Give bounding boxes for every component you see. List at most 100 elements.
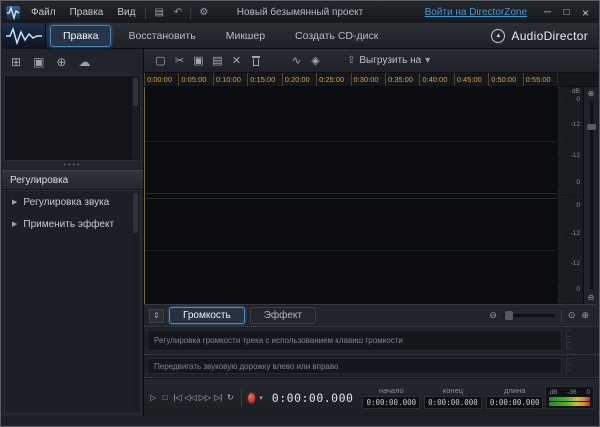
tab-restore[interactable]: Восстановить <box>115 25 208 47</box>
upload-label: Выгрузить на <box>359 55 422 66</box>
import-file-icon[interactable]: ⊞ <box>11 55 21 69</box>
maximize-button[interactable]: □ <box>558 5 575 20</box>
expand-arrow-icon[interactable]: ▶ <box>12 220 17 228</box>
track-scale <box>566 330 594 351</box>
collapse-panel-icon[interactable]: ⇕ <box>149 308 164 323</box>
scrollbar-thumb[interactable] <box>133 193 138 233</box>
menu-edit[interactable]: Правка <box>63 5 111 20</box>
end-time-value[interactable]: 0:00:00.000 <box>424 396 482 409</box>
track-field[interactable]: Регулировка громкости трека с использова… <box>147 330 562 351</box>
tick-label: 0:45:00 <box>453 73 488 86</box>
tick-label: 0:35:00 <box>384 73 419 86</box>
tab-mixer[interactable]: Микшер <box>213 25 278 47</box>
timeline-ticks[interactable]: 0:00:00 0:05:00 0:10:00 0:15:00 0:20:00 … <box>144 73 557 86</box>
go-to-end-button[interactable]: ▷| <box>213 390 223 406</box>
wave-effect-icon[interactable]: ∿ <box>287 54 306 67</box>
app-window: Файл Правка Вид ▤ ↶ ⚙ Новый безымянный п… <box>0 0 600 427</box>
pan-keyframe-track[interactable]: Передвигать звуковую дорожку влево или в… <box>144 354 598 378</box>
tick-label: 0:25:00 <box>316 73 350 86</box>
import-library-icon[interactable]: ▣ <box>33 55 44 69</box>
menu-file[interactable]: Файл <box>24 5 63 20</box>
meter-bar-left <box>549 397 591 401</box>
zoom-slider[interactable] <box>502 311 555 320</box>
waveform-canvas[interactable] <box>144 87 557 304</box>
go-to-start-button[interactable]: |◁ <box>172 390 182 406</box>
media-library[interactable] <box>4 75 141 161</box>
marker-icon[interactable]: ◈ <box>306 54 325 67</box>
cut-icon[interactable]: ✂ <box>170 54 189 67</box>
menu-view[interactable]: Вид <box>110 5 142 20</box>
module-tabbar: Правка Восстановить Микшер Создать CD-ди… <box>2 22 598 49</box>
zoom-in-icon[interactable]: ⊕ <box>588 89 595 98</box>
meter-max-label: 0 <box>586 389 590 396</box>
close-button[interactable]: × <box>577 5 594 20</box>
trash-icon[interactable] <box>246 55 265 66</box>
upload-button[interactable]: ⇧ Выгрузить на ▾ <box>341 53 436 68</box>
stop-button[interactable]: □ <box>160 390 170 406</box>
zoom-out-icon[interactable]: ⊖ <box>489 310 497 321</box>
sidebar-toolbar: ⊞ ▣ ⊕ ☁ <box>2 49 143 75</box>
delete-icon[interactable]: ✕ <box>227 54 246 67</box>
tick-label: 0:15:00 <box>247 73 281 86</box>
level-meter: dB -36 0 <box>545 386 595 409</box>
tick-label: 0:05:00 <box>178 73 212 86</box>
expand-arrow-icon[interactable]: ▶ <box>12 198 17 206</box>
copy-icon[interactable]: ▣ <box>189 54 208 67</box>
field-end: конец 0:00:00.000 <box>424 386 482 409</box>
record-options-chevron-icon[interactable]: ▾ <box>259 394 263 402</box>
tick-label: 0:00:00 <box>144 73 178 86</box>
meter-scale: dB -36 0 <box>549 389 590 396</box>
directorzone-download-icon[interactable]: ⊕ <box>56 55 66 69</box>
step-forward-button[interactable]: ▷▷ <box>199 390 211 406</box>
length-time-value[interactable]: 0:00:00.000 <box>485 396 544 409</box>
timeline-ruler[interactable]: 0:00:00 0:05:00 0:10:00 0:15:00 0:20:00 … <box>144 73 598 87</box>
sidebar-item-adjust-audio[interactable]: ▶ Регулировка звука <box>5 191 140 213</box>
minimize-button[interactable]: ─ <box>539 5 556 20</box>
start-time-value[interactable]: 0:00:00.000 <box>362 396 421 409</box>
save-icon[interactable]: ▤ <box>149 7 168 18</box>
record-button[interactable] <box>248 392 256 403</box>
step-back-button[interactable]: ◁◁ <box>184 390 196 406</box>
tab-create-cd[interactable]: Создать CD-диск <box>282 25 391 47</box>
undo-icon[interactable]: ↶ <box>169 7 187 18</box>
db-label: -12 <box>570 229 580 237</box>
slider-handle[interactable] <box>586 123 596 130</box>
paste-icon[interactable]: ▤ <box>208 54 227 67</box>
db-label: -12 <box>570 260 580 267</box>
slider-handle[interactable] <box>504 311 513 320</box>
tab-volume[interactable]: Громкость <box>169 307 245 324</box>
track-label: Регулировка громкости трека с использова… <box>154 336 403 345</box>
meter-min-label: -36 <box>567 389 577 396</box>
scrollbar-thumb[interactable] <box>133 78 138 106</box>
tab-edit[interactable]: Правка <box>50 24 112 47</box>
track-field[interactable]: Передвигать звуковую дорожку влево или в… <box>147 358 562 374</box>
sidebar: ⊞ ▣ ⊕ ☁ •••• Регулировка ▶ Регулировка з… <box>2 49 144 416</box>
project-title: Новый безымянный проект <box>236 7 364 18</box>
keyframe-panel-tabs: ⇕ Громкость Эффект ⊖ ⊙ ⊕ <box>144 304 598 326</box>
track-divider <box>144 193 557 195</box>
track-scale <box>566 358 594 374</box>
zoom-out-icon[interactable]: ⊖ <box>588 293 595 302</box>
play-button[interactable]: ▷ <box>148 390 158 406</box>
channel-divider <box>144 249 557 251</box>
tab-effect[interactable]: Эффект <box>249 307 316 324</box>
cloud-icon[interactable]: ☁ <box>78 55 90 69</box>
playhead[interactable] <box>144 87 145 304</box>
vertical-zoom-slider[interactable] <box>586 101 596 290</box>
volume-keyframe-track[interactable]: Регулировка громкости трека с использова… <box>144 326 598 354</box>
gear-icon[interactable]: ⚙ <box>194 7 213 18</box>
zoom-controls: ⊖ ⊙ ⊕ <box>489 309 593 322</box>
panel-scrollbar[interactable] <box>132 192 139 412</box>
directorzone-link[interactable]: Войти на DirectorZone <box>425 7 527 18</box>
zoom-in-icon[interactable]: ⊕ <box>581 310 589 321</box>
sidebar-item-apply-effect[interactable]: ▶ Применить эффект <box>5 213 140 235</box>
field-length: длина 0:00:00.000 <box>485 386 544 409</box>
meter-db-label: dB <box>549 389 558 396</box>
db-label: 0 <box>576 95 580 103</box>
library-scrollbar[interactable] <box>132 77 139 159</box>
trim-icon[interactable]: ▢ <box>151 54 170 67</box>
loop-button[interactable]: ↻ <box>225 390 235 406</box>
brand: ▲ AudioDirector <box>491 28 598 43</box>
zoom-fit-icon[interactable]: ⊙ <box>568 310 576 321</box>
panel-splitter[interactable]: •••• <box>2 161 143 170</box>
